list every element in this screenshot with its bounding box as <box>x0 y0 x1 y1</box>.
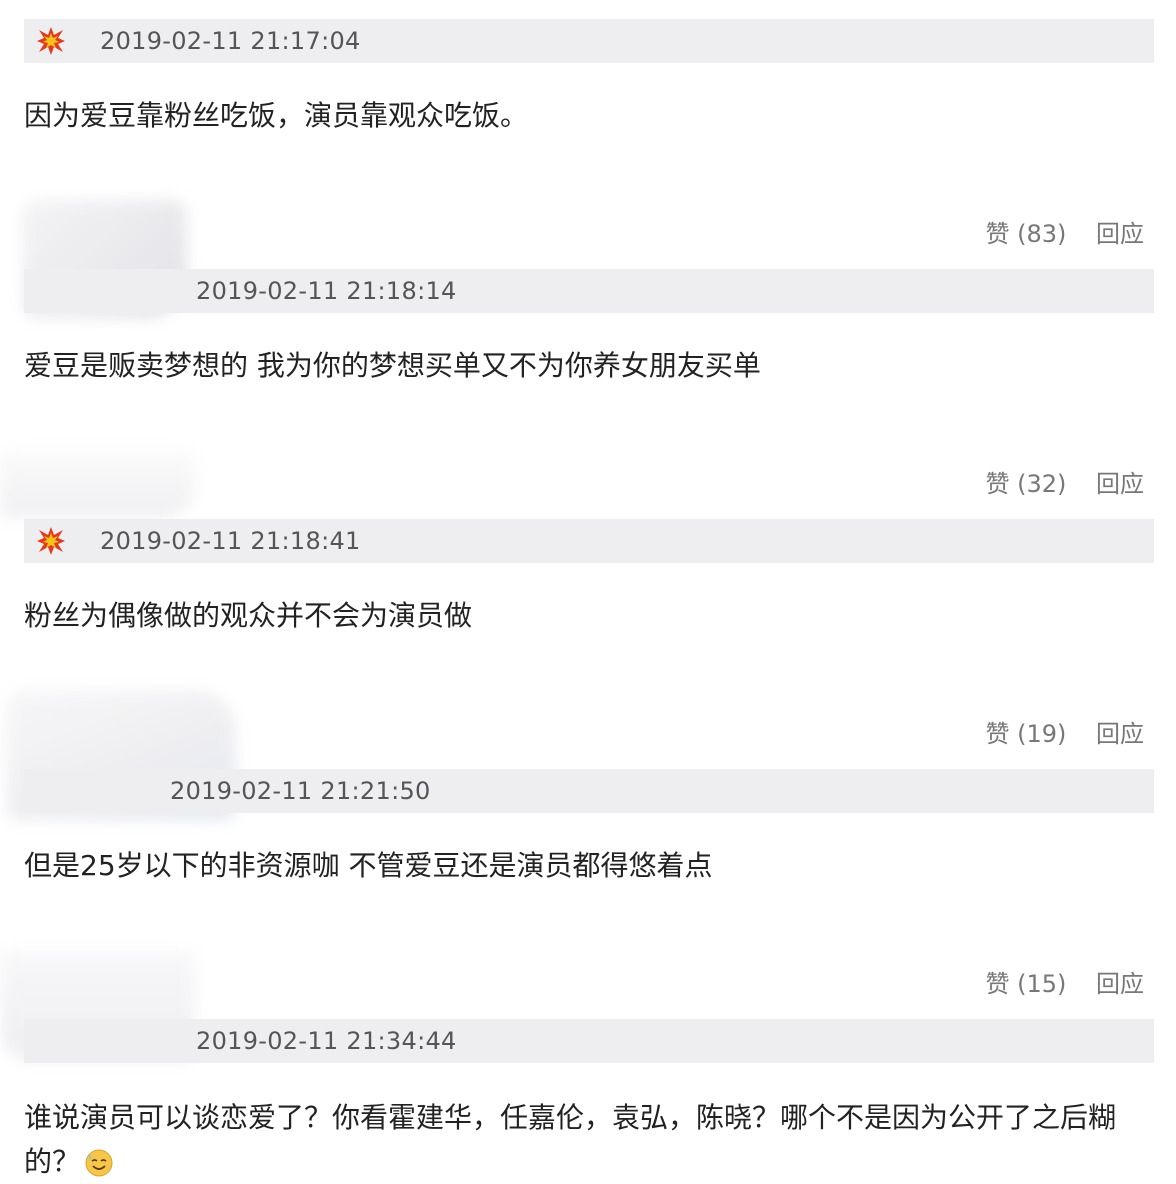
comment-text: 因为爱豆靠粉丝吃饭，演员靠观众吃饭。 <box>24 99 529 132</box>
reply-button[interactable]: 回应 <box>1096 214 1144 249</box>
boom-icon <box>37 527 65 555</box>
boom-icon <box>37 27 65 55</box>
reply-button[interactable]: 回应 <box>1096 464 1144 499</box>
comment-actions: 赞 (32) 回应 <box>985 464 1144 499</box>
comment-actions: 赞 (15) 回应 <box>985 964 1144 999</box>
reply-button[interactable]: 回应 <box>1096 714 1144 749</box>
avatar <box>0 450 195 518</box>
comment-text: 但是25岁以下的非资源咖 不管爱豆还是演员都得悠着点 <box>24 849 713 882</box>
like-button[interactable]: 赞 (15) <box>985 964 1066 999</box>
comment-timestamp: 2019-02-11 21:21:50 <box>170 777 431 805</box>
comment-text: 爱豆是贩卖梦想的 我为你的梦想买单又不为你养女朋友买单 <box>24 349 761 382</box>
comment-meta-bar: 2019-02-11 21:17:04 <box>24 19 1154 63</box>
comment-actions: 赞 (19) 回应 <box>985 714 1144 749</box>
sweat-smile-emoji-icon <box>85 1149 113 1177</box>
comment-text-body: 谁说演员可以谈恋爱了？你看霍建华，任嘉伦，袁弘，陈晓？哪个不是因为公开了之后糊的… <box>24 1101 1117 1178</box>
like-button[interactable]: 赞 (32) <box>985 464 1066 499</box>
reply-button[interactable]: 回应 <box>1096 964 1144 999</box>
comment-text: 粉丝为偶像做的观众并不会为演员做 <box>24 599 473 632</box>
comment-actions: 赞 (83) 回应 <box>985 214 1144 249</box>
comment-timestamp: 2019-02-11 21:17:04 <box>100 27 361 55</box>
like-button[interactable]: 赞 (83) <box>985 214 1066 249</box>
like-button[interactable]: 赞 (19) <box>985 714 1066 749</box>
comment-timestamp: 2019-02-11 21:34:44 <box>196 1027 457 1055</box>
comment-timestamp: 2019-02-11 21:18:41 <box>100 527 361 555</box>
comment-meta-bar: 2019-02-11 21:18:14 <box>24 269 1154 313</box>
comment-meta-bar: 2019-02-11 21:34:44 <box>24 1019 1154 1063</box>
comment-text: 谁说演员可以谈恋爱了？你看霍建华，任嘉伦，袁弘，陈晓？哪个不是因为公开了之后糊的… <box>24 1096 1134 1184</box>
comment-meta-bar: 2019-02-11 21:21:50 <box>24 769 1154 813</box>
comment-meta-bar: 2019-02-11 21:18:41 <box>24 519 1154 563</box>
comment-timestamp: 2019-02-11 21:18:14 <box>196 277 457 305</box>
